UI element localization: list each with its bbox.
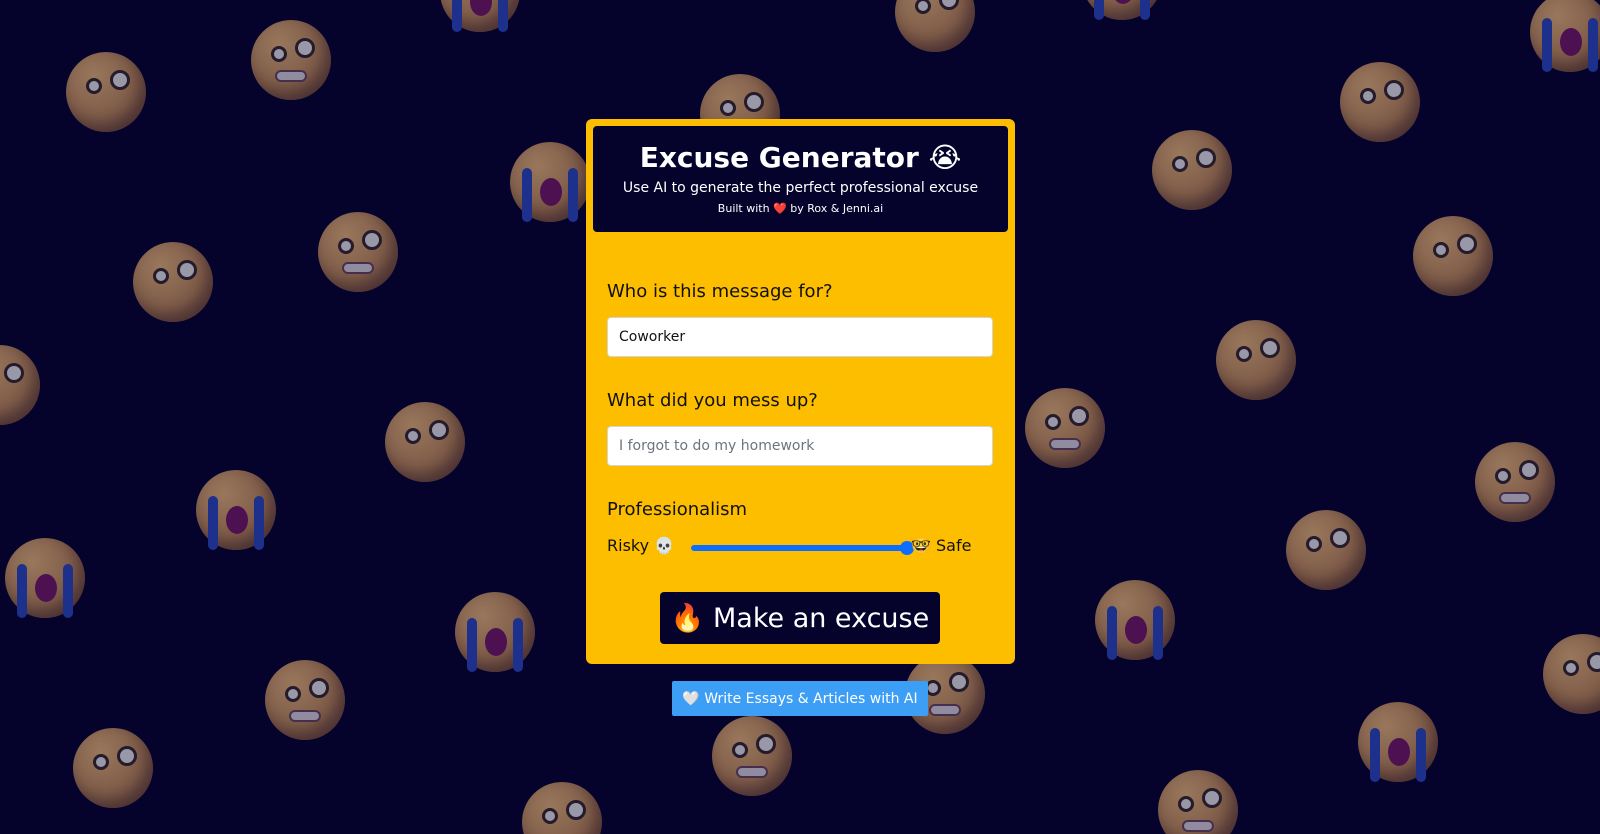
recipient-input[interactable] <box>607 317 993 357</box>
mistake-input[interactable] <box>607 426 993 466</box>
excuse-form-card: Excuse Generator 😭 Use AI to generate th… <box>586 119 1015 664</box>
mistake-label: What did you mess up? <box>607 390 818 411</box>
grimacing-face-icon <box>1158 770 1238 834</box>
anxious-face-icon <box>133 242 213 322</box>
page-subtitle: Use AI to generate the perfect professio… <box>622 180 979 196</box>
grimacing-face-icon <box>251 20 331 100</box>
page-background: Excuse Generator 😭 Use AI to generate th… <box>0 0 1600 834</box>
crying-face-icon <box>1358 702 1438 782</box>
credit-line: Built with ❤️ by Rox & Jenni.ai <box>717 202 884 215</box>
pleading-face-icon <box>522 782 602 834</box>
crying-face-icon <box>196 470 276 550</box>
pleading-face-icon <box>1340 62 1420 142</box>
professionalism-slider[interactable] <box>691 541 914 555</box>
pleading-face-icon <box>73 728 153 808</box>
crying-face-icon <box>1082 0 1162 20</box>
make-excuse-button[interactable]: 🔥 Make an excuse <box>660 592 940 644</box>
melting-face-icon <box>1152 130 1232 210</box>
grimacing-face-icon <box>1025 388 1105 468</box>
slider-risky-label: Risky 💀 <box>607 536 675 555</box>
page-title: Excuse Generator 😭 <box>639 141 962 174</box>
grimacing-face-icon <box>712 716 792 796</box>
anxious-face-icon <box>385 402 465 482</box>
crying-face-icon <box>1530 0 1600 72</box>
grimacing-face-icon <box>318 212 398 292</box>
anxious-face-icon <box>66 52 146 132</box>
grimacing-face-icon <box>1475 442 1555 522</box>
slider-fill <box>691 545 907 551</box>
anxious-face-icon <box>1216 320 1296 400</box>
pleading-face-icon <box>0 345 40 425</box>
professionalism-slider-row: Risky 💀 🤓 Safe <box>607 533 997 561</box>
anxious-face-icon <box>1286 510 1366 590</box>
anxious-face-icon <box>895 0 975 52</box>
crying-face-icon <box>5 538 85 618</box>
anxious-face-icon <box>1413 216 1493 296</box>
slider-safe-label: 🤓 Safe <box>911 536 972 555</box>
crying-face-icon <box>1095 580 1175 660</box>
crying-face-icon <box>440 0 520 32</box>
crying-face-icon <box>455 592 535 672</box>
write-essays-button[interactable]: 🤍 Write Essays & Articles with AI <box>672 681 928 716</box>
grimacing-face-icon <box>265 660 345 740</box>
card-header: Excuse Generator 😭 Use AI to generate th… <box>593 126 1008 232</box>
pleading-face-icon <box>1543 634 1600 714</box>
crying-face-icon <box>510 142 590 222</box>
recipient-label: Who is this message for? <box>607 281 833 302</box>
professionalism-label: Professionalism <box>607 499 748 520</box>
